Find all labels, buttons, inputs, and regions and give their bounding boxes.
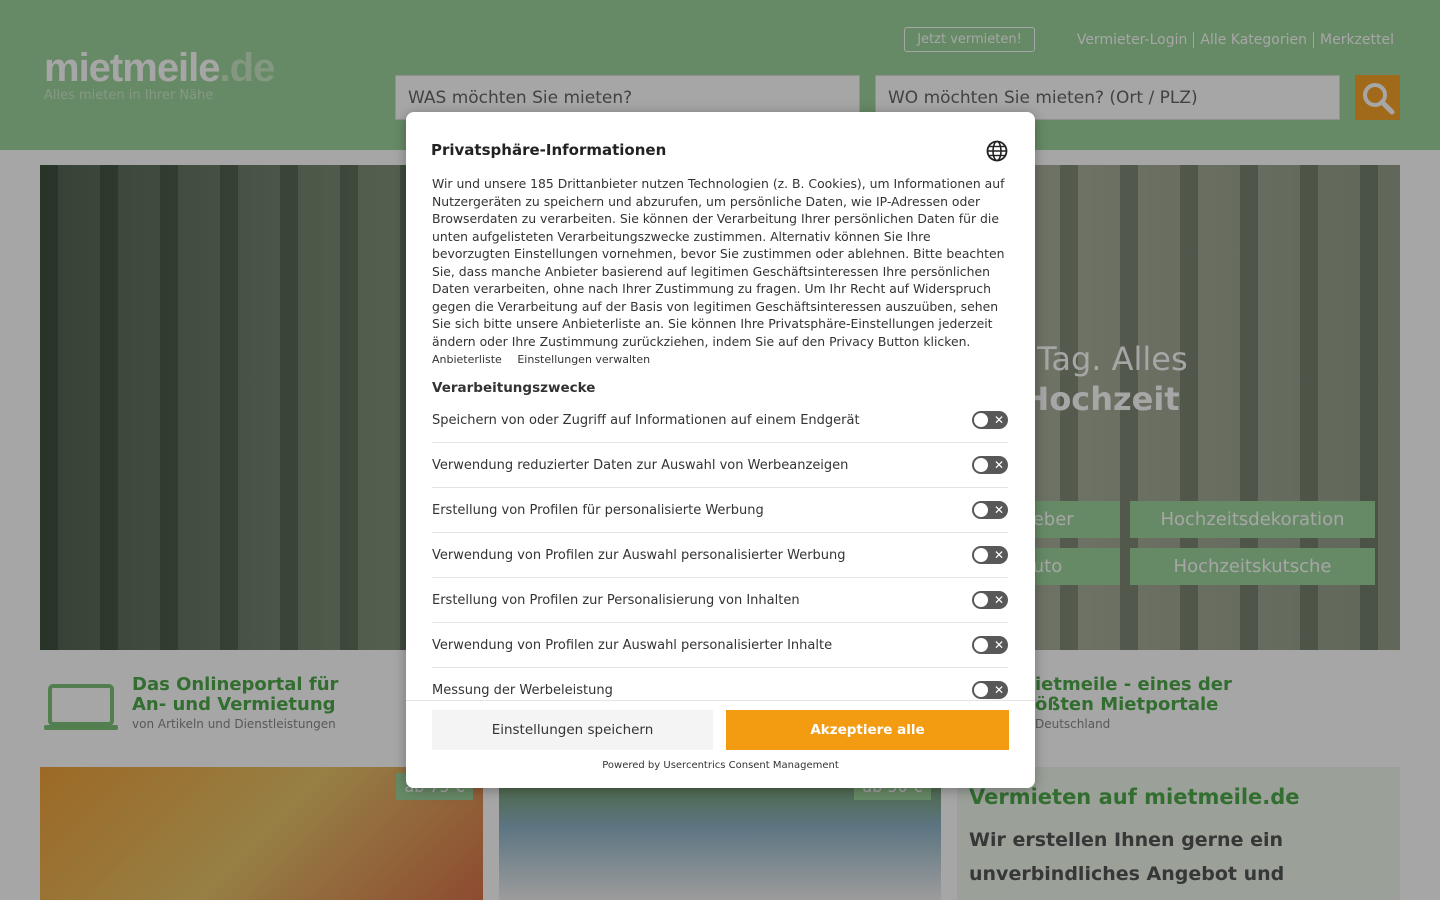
purpose-list: Speichern von oder Zugriff auf Informati… <box>432 398 1008 713</box>
purpose-item: Verwendung von Profilen zur Auswahl pers… <box>432 623 1008 668</box>
close-icon: ✕ <box>993 638 1004 652</box>
page: mietmeile.de Alles mieten in Ihrer Nähe … <box>0 0 1440 900</box>
save-settings-button[interactable]: Einstellungen speichern <box>432 710 713 750</box>
close-icon: ✕ <box>993 458 1004 472</box>
purpose-item: Verwendung von Profilen zur Auswahl pers… <box>432 533 1008 578</box>
close-icon: ✕ <box>993 548 1004 562</box>
powered-by-text: Powered by Usercentrics Consent Manageme… <box>602 760 839 771</box>
close-icon: ✕ <box>993 683 1004 697</box>
purpose-toggle[interactable]: ✕ <box>972 681 1008 699</box>
purpose-item: Erstellung von Profilen für personalisie… <box>432 488 1008 533</box>
accept-all-button[interactable]: Akzeptiere alle <box>726 710 1009 750</box>
purpose-label: Messung der Werbeleistung <box>432 682 613 698</box>
purpose-toggle[interactable]: ✕ <box>972 636 1008 654</box>
purpose-label: Speichern von oder Zugriff auf Informati… <box>432 412 860 428</box>
consent-links: Anbieterliste Einstellungen verwalten <box>432 353 662 366</box>
purpose-toggle[interactable]: ✕ <box>972 501 1008 519</box>
purposes-heading: Verarbeitungszwecke <box>432 380 596 396</box>
purpose-label: Verwendung reduzierter Daten zur Auswahl… <box>432 457 849 473</box>
purpose-label: Verwendung von Profilen zur Auswahl pers… <box>432 637 833 653</box>
globe-icon[interactable] <box>986 140 1008 162</box>
manage-settings-link[interactable]: Einstellungen verwalten <box>517 353 650 366</box>
purpose-toggle[interactable]: ✕ <box>972 411 1008 429</box>
purpose-toggle[interactable]: ✕ <box>972 591 1008 609</box>
vendor-list-link[interactable]: Anbieterliste <box>432 353 502 366</box>
purpose-toggle[interactable]: ✕ <box>972 456 1008 474</box>
purpose-label: Erstellung von Profilen für personalisie… <box>432 502 764 518</box>
consent-dialog: Privatsphäre-Informationen Wir und unser… <box>406 112 1035 788</box>
close-icon: ✕ <box>993 503 1004 517</box>
purpose-item: Speichern von oder Zugriff auf Informati… <box>432 398 1008 443</box>
consent-footer: Einstellungen speichern Akzeptiere alle … <box>406 700 1035 788</box>
close-icon: ✕ <box>993 413 1004 427</box>
consent-intro-text: Wir und unsere 185 Drittanbieter nutzen … <box>432 176 1005 349</box>
consent-title: Privatsphäre-Informationen <box>431 141 667 159</box>
purpose-item: Verwendung reduzierter Daten zur Auswahl… <box>432 443 1008 488</box>
purpose-label: Erstellung von Profilen zur Personalisie… <box>432 592 800 608</box>
close-icon: ✕ <box>993 593 1004 607</box>
purpose-label: Verwendung von Profilen zur Auswahl pers… <box>432 547 846 563</box>
purpose-item: Erstellung von Profilen zur Personalisie… <box>432 578 1008 623</box>
purpose-toggle[interactable]: ✕ <box>972 546 1008 564</box>
